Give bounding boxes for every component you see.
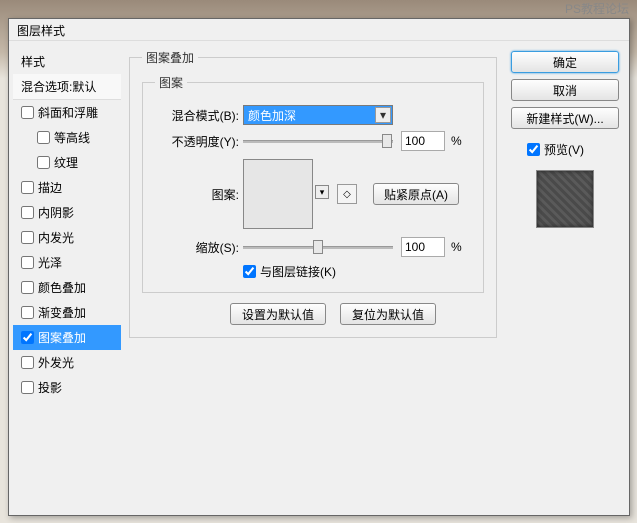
- scale-input[interactable]: [401, 237, 445, 257]
- opacity-input[interactable]: [401, 131, 445, 151]
- wm-line1: PS教程论坛: [534, 2, 629, 16]
- sidebar-checkbox[interactable]: [21, 256, 34, 269]
- cancel-button[interactable]: 取消: [511, 79, 619, 101]
- sidebar-item-label: 颜色叠加: [38, 279, 86, 296]
- link-row: 与图层链接(K): [155, 263, 471, 280]
- dialog-title: 图层样式: [17, 24, 65, 38]
- sidebar-checkbox[interactable]: [21, 281, 34, 294]
- preview-swatch: [536, 170, 594, 228]
- scale-slider[interactable]: [243, 239, 393, 255]
- link-with-layer-label: 与图层链接(K): [260, 263, 336, 280]
- link-with-layer-checkbox[interactable]: [243, 265, 256, 278]
- sidebar-item-label: 描边: [38, 179, 62, 196]
- blend-mode-row: 混合模式(B): 颜色加深 ▾: [155, 105, 471, 125]
- sidebar-checkbox[interactable]: [21, 381, 34, 394]
- sidebar-item-7[interactable]: 颜色叠加: [13, 275, 121, 300]
- layer-style-dialog: 图层样式 样式 混合选项:默认 斜面和浮雕等高线纹理描边内阴影内发光光泽颜色叠加…: [8, 18, 630, 516]
- new-preset-icon[interactable]: ◇: [337, 184, 357, 204]
- group-title: 图案叠加: [142, 49, 198, 66]
- scale-label: 缩放(S):: [155, 239, 239, 256]
- sidebar-item-label: 图案叠加: [38, 329, 86, 346]
- default-buttons-row: 设置为默认值 复位为默认值: [142, 303, 484, 325]
- scale-pct: %: [451, 240, 462, 254]
- pattern-menu-icon[interactable]: ▾: [315, 185, 329, 199]
- set-default-button[interactable]: 设置为默认值: [230, 303, 326, 325]
- sidebar-item-label: 投影: [38, 379, 62, 396]
- sidebar-item-label: 等高线: [54, 129, 90, 146]
- blend-mode-label: 混合模式(B):: [155, 107, 239, 124]
- sidebar-item-1[interactable]: 等高线: [13, 125, 121, 150]
- slider-thumb[interactable]: [313, 240, 323, 254]
- scale-row: 缩放(S): %: [155, 237, 471, 257]
- sidebar-item-label: 纹理: [54, 154, 78, 171]
- dialog-titlebar[interactable]: 图层样式: [9, 19, 629, 41]
- pattern-label: 图案:: [155, 186, 239, 203]
- sidebar-checkbox[interactable]: [21, 331, 34, 344]
- preview-row: 预览(V): [511, 141, 619, 158]
- dialog-content: 样式 混合选项:默认 斜面和浮雕等高线纹理描边内阴影内发光光泽颜色叠加渐变叠加图…: [9, 41, 629, 515]
- sidebar-item-0[interactable]: 斜面和浮雕: [13, 100, 121, 125]
- main-panel: 图案叠加 图案 混合模式(B): 颜色加深 ▾ 不透明度(Y):: [121, 45, 505, 511]
- ok-button[interactable]: 确定: [511, 51, 619, 73]
- sidebar-item-8[interactable]: 渐变叠加: [13, 300, 121, 325]
- slider-thumb[interactable]: [382, 134, 392, 148]
- sidebar-item-4[interactable]: 内阴影: [13, 200, 121, 225]
- slider-track: [243, 140, 393, 143]
- preview-checkbox[interactable]: [527, 143, 540, 156]
- sidebar-item-label: 内阴影: [38, 204, 74, 221]
- reset-default-button[interactable]: 复位为默认值: [340, 303, 436, 325]
- sidebar-checkbox[interactable]: [37, 156, 50, 169]
- styles-sidebar: 样式 混合选项:默认 斜面和浮雕等高线纹理描边内阴影内发光光泽颜色叠加渐变叠加图…: [13, 45, 121, 511]
- sidebar-checkbox[interactable]: [21, 231, 34, 244]
- chevron-down-icon: ▾: [375, 107, 391, 123]
- sidebar-checkbox[interactable]: [21, 306, 34, 319]
- sidebar-checkbox[interactable]: [21, 356, 34, 369]
- pattern-inner-group: 图案 混合模式(B): 颜色加深 ▾ 不透明度(Y):: [142, 74, 484, 293]
- new-style-button[interactable]: 新建样式(W)...: [511, 107, 619, 129]
- sidebar-item-2[interactable]: 纹理: [13, 150, 121, 175]
- sidebar-item-label: 渐变叠加: [38, 304, 86, 321]
- preview-label: 预览(V): [544, 141, 584, 158]
- blend-mode-value: 颜色加深: [248, 107, 296, 124]
- pattern-row: 图案: ▾ ◇ 贴紧原点(A): [155, 159, 471, 229]
- sidebar-item-5[interactable]: 内发光: [13, 225, 121, 250]
- sidebar-item-9[interactable]: 图案叠加: [13, 325, 121, 350]
- pattern-swatch[interactable]: [243, 159, 313, 229]
- sidebar-item-10[interactable]: 外发光: [13, 350, 121, 375]
- inner-title: 图案: [155, 74, 187, 91]
- opacity-row: 不透明度(Y): %: [155, 131, 471, 151]
- sidebar-blending-options[interactable]: 混合选项:默认: [13, 74, 121, 100]
- snap-origin-button[interactable]: 贴紧原点(A): [373, 183, 459, 205]
- right-column: 确定 取消 新建样式(W)... 预览(V): [505, 45, 625, 511]
- opacity-pct: %: [451, 134, 462, 148]
- pattern-overlay-group: 图案叠加 图案 混合模式(B): 颜色加深 ▾ 不透明度(Y):: [129, 49, 497, 338]
- blend-mode-dropdown[interactable]: 颜色加深 ▾: [243, 105, 393, 125]
- sidebar-item-6[interactable]: 光泽: [13, 250, 121, 275]
- sidebar-checkbox[interactable]: [21, 106, 34, 119]
- sidebar-heading[interactable]: 样式: [13, 49, 121, 74]
- sidebar-item-label: 光泽: [38, 254, 62, 271]
- sidebar-item-3[interactable]: 描边: [13, 175, 121, 200]
- sidebar-item-label: 内发光: [38, 229, 74, 246]
- sidebar-checkbox[interactable]: [37, 131, 50, 144]
- sidebar-item-label: 外发光: [38, 354, 74, 371]
- sidebar-checkbox[interactable]: [21, 206, 34, 219]
- sidebar-item-label: 斜面和浮雕: [38, 104, 98, 121]
- opacity-label: 不透明度(Y):: [155, 133, 239, 150]
- sidebar-checkbox[interactable]: [21, 181, 34, 194]
- sidebar-item-11[interactable]: 投影: [13, 375, 121, 400]
- opacity-slider[interactable]: [243, 133, 393, 149]
